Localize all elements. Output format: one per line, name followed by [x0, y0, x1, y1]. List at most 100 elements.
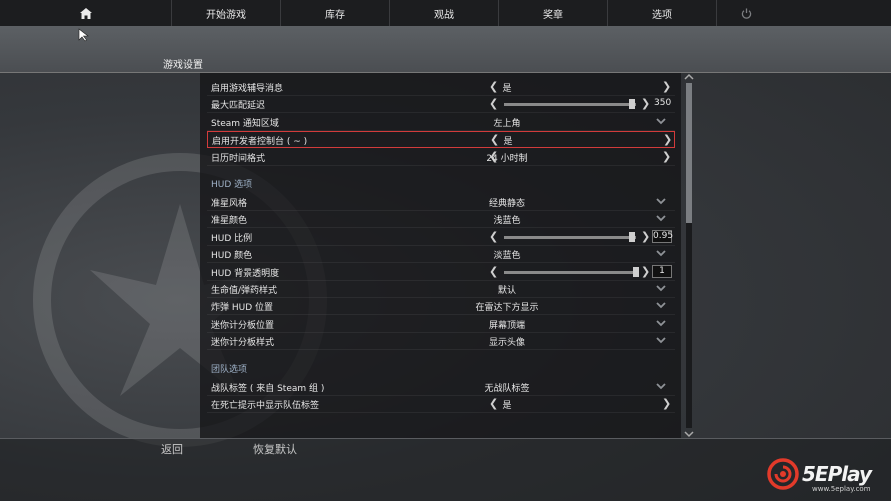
setting-value[interactable]: 淡蓝色 — [432, 248, 582, 261]
slider-handle[interactable] — [629, 231, 636, 242]
settings-row[interactable]: 准星颜色 浅蓝色 — [207, 211, 675, 229]
chevron-down-icon[interactable] — [656, 250, 666, 257]
settings-row[interactable]: 日历时间格式 ❮ 24 小时制 ❯ — [207, 149, 675, 166]
slider-track[interactable] — [504, 235, 636, 239]
settings-row[interactable]: HUD 背景透明度 ❮ ❯ 1 — [207, 264, 675, 281]
slider-handle[interactable] — [633, 266, 639, 277]
reset-defaults-button[interactable]: 恢复默认 — [253, 441, 297, 457]
scroll-thumb[interactable] — [686, 83, 692, 223]
chevron-down-icon[interactable] — [656, 302, 666, 309]
setting-label: 启用开发者控制台 ( ~ ) — [212, 137, 308, 148]
arrow-right-icon[interactable]: ❯ — [662, 80, 671, 93]
setting-label: 最大匹配延迟 — [211, 101, 266, 112]
arrow-right-icon[interactable]: ❯ — [662, 397, 671, 410]
setting-label: Steam 通知区域 — [211, 118, 279, 129]
nav-label: 观战 — [434, 9, 454, 21]
arrow-left-icon[interactable]: ❮ — [489, 97, 498, 110]
slider-value[interactable]: 350 — [654, 98, 671, 108]
setting-label: 准星颜色 — [211, 216, 248, 227]
arrow-right-icon[interactable]: ❯ — [641, 230, 650, 243]
chevron-down-icon[interactable] — [656, 118, 666, 125]
setting-value[interactable]: 无战队标签 — [432, 381, 582, 394]
slider-track[interactable] — [504, 270, 636, 274]
nav-options[interactable]: 选项 — [608, 0, 717, 26]
chevron-down-icon[interactable] — [656, 285, 666, 292]
top-nav: 开始游戏 库存 观战 奖章 选项 — [0, 0, 891, 27]
setting-label: 战队标签 ( 来自 Steam 组 ) — [211, 383, 325, 394]
arrow-right-icon[interactable]: ❯ — [662, 150, 671, 163]
header-band — [0, 26, 891, 73]
slider-track[interactable] — [504, 103, 636, 107]
setting-value: 是 — [502, 401, 512, 411]
nav-label: 开始游戏 — [206, 9, 246, 21]
slider-handle[interactable] — [629, 99, 636, 110]
slider-value[interactable]: 1 — [652, 264, 672, 278]
nav-label: 库存 — [325, 9, 345, 21]
setting-label: 在死亡提示中显示队伍标签 — [211, 401, 320, 411]
section-title: 团队选项 — [211, 364, 248, 375]
setting-label: 迷你计分板位置 — [211, 320, 275, 331]
setting-value[interactable]: 左上角 — [432, 116, 582, 129]
chevron-down-icon[interactable] — [656, 337, 666, 344]
arrow-right-icon[interactable]: ❯ — [641, 265, 650, 278]
settings-panel: 启用游戏辅导消息 ❮ 是 ❯ 最大匹配延迟 ❮ ❯ 350 Steam 通知区域 左上角启用开发者… — [200, 73, 681, 438]
nav-label: 选项 — [652, 9, 672, 21]
setting-label: 启用游戏辅导消息 — [211, 84, 284, 94]
setting-value[interactable]: 浅蓝色 — [432, 213, 582, 226]
setting-value: 24 小时制 — [486, 153, 528, 164]
setting-label: 日历时间格式 — [211, 153, 266, 164]
back-button[interactable]: 返回 — [161, 441, 183, 457]
watermark-brand: 5EPlay — [802, 462, 872, 486]
power-icon — [741, 7, 752, 19]
arrow-right-icon[interactable]: ❯ — [641, 97, 650, 110]
settings-row[interactable]: 启用游戏辅导消息 ❮ 是 ❯ — [207, 79, 675, 96]
chevron-down-icon[interactable] — [656, 382, 666, 390]
scroll-up-icon[interactable] — [684, 73, 694, 81]
settings-row[interactable]: 炸弹 HUD 位置 在雷达下方显示 — [207, 298, 675, 316]
home-icon — [79, 7, 92, 19]
arrow-right-icon[interactable]: ❯ — [663, 133, 672, 146]
section-title: HUD 选项 — [211, 180, 253, 190]
5eplay-logo-icon — [767, 458, 799, 490]
setting-value[interactable]: 默认 — [432, 283, 582, 296]
home-button[interactable] — [0, 0, 172, 26]
scrollbar[interactable] — [684, 73, 694, 438]
setting-label: HUD 背景透明度 — [211, 268, 280, 279]
watermark-url: www.5eplay.com — [812, 485, 871, 493]
setting-label: 炸弹 HUD 位置 — [211, 303, 274, 314]
power-button[interactable] — [717, 0, 891, 26]
setting-value[interactable]: 屏幕顶端 — [432, 318, 582, 331]
setting-value[interactable]: 经典静态 — [432, 196, 582, 209]
settings-row[interactable]: 战队标签 ( 来自 Steam 组 ) 无战队标签 — [207, 379, 675, 396]
setting-value[interactable]: 在雷达下方显示 — [432, 300, 582, 313]
setting-value[interactable]: 显示头像 — [432, 335, 582, 348]
settings-row[interactable]: 准星风格 经典静态 — [207, 194, 675, 211]
setting-label: HUD 颜色 — [211, 251, 253, 262]
settings-row[interactable]: 迷你计分板样式 显示头像 — [207, 333, 675, 351]
settings-row[interactable]: 生命值/弹药样式 默认 — [207, 281, 675, 298]
settings-row[interactable]: 迷你计分板位置 屏幕顶端 — [207, 316, 675, 333]
setting-value: 是 — [502, 84, 512, 94]
chevron-down-icon[interactable] — [656, 215, 666, 222]
arrow-left-icon[interactable]: ❮ — [489, 230, 498, 243]
setting-label: 生命值/弹药样式 — [211, 286, 278, 296]
setting-label: 迷你计分板样式 — [211, 338, 275, 349]
settings-row[interactable]: 启用开发者控制台 ( ~ ) ❮ 是 ❯ — [207, 131, 675, 149]
chevron-down-icon[interactable] — [656, 320, 666, 327]
setting-label: 准星风格 — [211, 199, 248, 209]
setting-value: 是 — [503, 137, 513, 148]
slider-value[interactable]: 0.95 — [652, 229, 673, 243]
setting-label: HUD 比例 — [211, 233, 253, 244]
settings-row[interactable]: Steam 通知区域 左上角 — [207, 114, 675, 131]
settings-row[interactable]: 最大匹配延迟 ❮ ❯ 350 — [207, 96, 675, 114]
settings-row[interactable]: HUD 颜色 淡蓝色 — [207, 246, 675, 264]
nav-play[interactable]: 开始游戏 — [172, 0, 281, 26]
arrow-left-icon[interactable]: ❮ — [489, 265, 498, 278]
settings-row[interactable]: HUD 比例 ❮ ❯ 0.95 — [207, 229, 675, 246]
settings-row[interactable]: 在死亡提示中显示队伍标签 ❮ 是 ❯ — [207, 396, 675, 413]
nav-inventory[interactable]: 库存 — [281, 0, 390, 26]
chevron-down-icon[interactable] — [656, 198, 666, 205]
nav-watch[interactable]: 观战 — [390, 0, 499, 26]
scroll-down-icon[interactable] — [684, 430, 694, 438]
nav-medals[interactable]: 奖章 — [499, 0, 608, 26]
